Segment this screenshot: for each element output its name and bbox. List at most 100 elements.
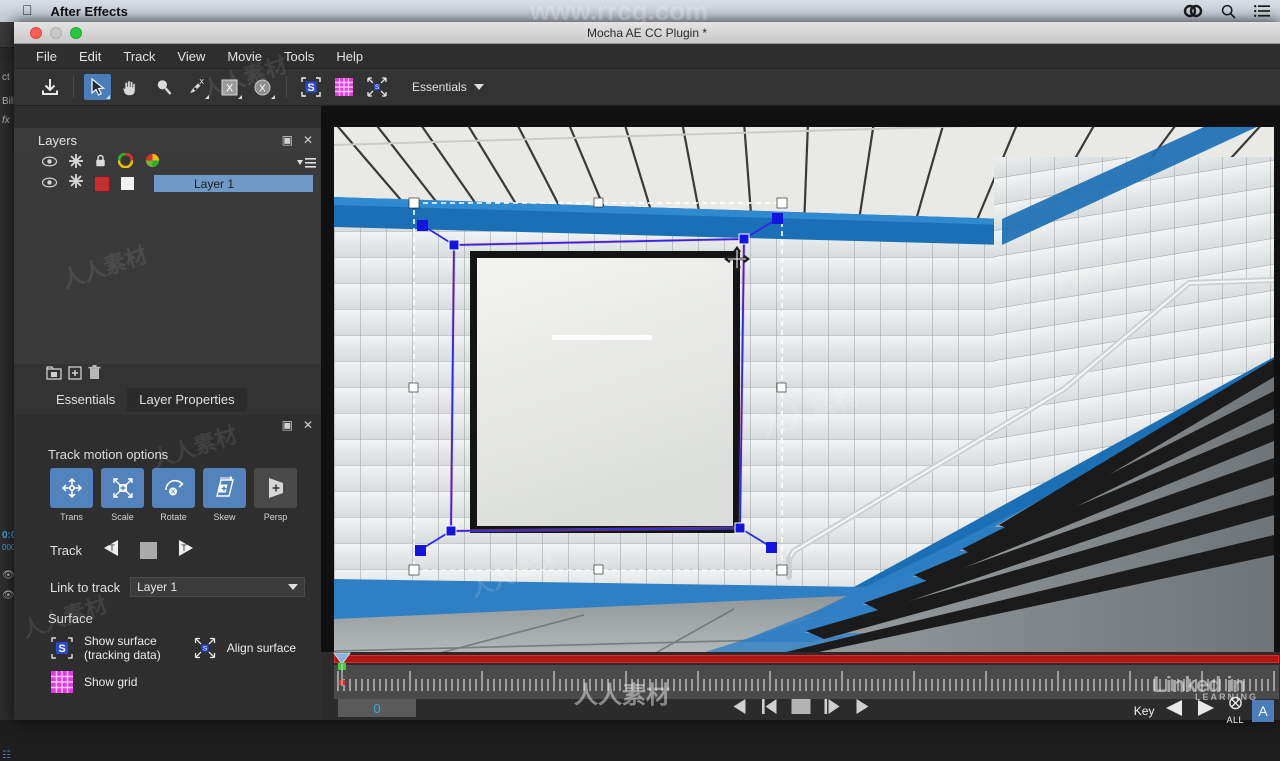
menu-item-tools[interactable]: Tools: [284, 49, 314, 64]
ruler-ticks: [334, 665, 1279, 699]
grid-icon[interactable]: [330, 74, 357, 100]
timeline-ruler[interactable]: [334, 665, 1279, 699]
ae-eye-icon-1[interactable]: 👁: [2, 570, 15, 581]
x-square-icon[interactable]: X: [216, 74, 243, 100]
list-item[interactable]: Layer 1: [154, 175, 313, 192]
all-label: ALL: [1226, 715, 1244, 725]
link-to-track-row: Link to track Layer 1: [14, 563, 321, 597]
menu-item-help[interactable]: Help: [336, 49, 363, 64]
track-label: Track: [50, 543, 82, 558]
show-surface-label[interactable]: Show surface (tracking data): [84, 634, 161, 662]
ae-footer-icon[interactable]: ☷: [2, 750, 11, 761]
table-row[interactable]: Layer 1: [14, 174, 321, 193]
new-folder-icon[interactable]: [46, 366, 62, 385]
eye-icon[interactable]: [42, 154, 57, 172]
current-frame-field[interactable]: 0: [338, 699, 416, 717]
motion-option-scale[interactable]: Scale: [101, 468, 144, 522]
scale-arrows-icon: [101, 468, 144, 508]
surface-s-icon[interactable]: S: [297, 74, 324, 100]
search-icon[interactable]: [1221, 4, 1236, 19]
motion-option-trans[interactable]: Trans: [50, 468, 93, 522]
toolbar-divider-1: [73, 76, 74, 98]
close-icon[interactable]: ✕: [303, 419, 313, 431]
float-panel-icon[interactable]: ▣: [282, 134, 293, 146]
all-keys-control[interactable]: ALL: [1226, 696, 1244, 725]
video-frame[interactable]: 人人素材 人人素材 人人素材: [334, 127, 1274, 665]
key-next-icon[interactable]: [1194, 698, 1218, 723]
window-title-bar: Mocha AE CC Plugin *: [14, 22, 1280, 44]
import-icon[interactable]: [36, 74, 63, 100]
svg-text:✕: ✕: [170, 489, 176, 496]
track-stop-icon[interactable]: [140, 542, 157, 559]
list-menu-icon[interactable]: [1254, 5, 1270, 17]
workspace-selector[interactable]: Essentials: [412, 80, 484, 94]
workspace-label: Essentials: [412, 80, 467, 94]
delete-icon[interactable]: [88, 365, 101, 385]
track-backward-icon[interactable]: T: [100, 538, 122, 563]
left-panel-column: Layers ▣ ✕: [14, 128, 321, 720]
grid-icon[interactable]: [50, 670, 74, 694]
layer-matte-swatch[interactable]: [121, 177, 134, 190]
key-prev-icon[interactable]: [1162, 698, 1186, 723]
x-circle-icon[interactable]: X: [249, 74, 276, 100]
layers-panel-body: Layer 1: [14, 152, 321, 364]
window-zoom-button[interactable]: [70, 27, 82, 39]
motion-option-skew[interactable]: Skew: [203, 468, 246, 522]
creative-cloud-icon[interactable]: [1183, 4, 1203, 18]
menu-item-movie[interactable]: Movie: [227, 49, 262, 64]
window-minimize-button[interactable]: [50, 27, 62, 39]
float-panel-icon[interactable]: ▣: [282, 419, 293, 431]
close-icon[interactable]: ✕: [303, 134, 313, 146]
menu-item-view[interactable]: View: [177, 49, 205, 64]
window-title: Mocha AE CC Plugin *: [14, 26, 1280, 40]
stop-icon[interactable]: [790, 697, 811, 721]
prev-keyframe-icon[interactable]: [760, 697, 779, 721]
layer-color-swatch[interactable]: [95, 177, 109, 191]
window-close-button[interactable]: [30, 27, 42, 39]
fast-forward-icon[interactable]: [852, 697, 871, 721]
align-surface-icon[interactable]: S: [193, 636, 217, 660]
svg-text:S: S: [58, 643, 65, 655]
align-surface-icon[interactable]: S: [363, 74, 390, 100]
show-grid-label[interactable]: Show grid: [84, 675, 137, 689]
color-wheel-icon[interactable]: [118, 153, 133, 173]
play-forward-icon[interactable]: [822, 697, 841, 721]
apple-icon[interactable]: : [22, 3, 33, 17]
gear-icon[interactable]: [69, 174, 83, 193]
timeline-range-bar[interactable]: [334, 655, 1279, 663]
hand-icon[interactable]: [117, 74, 144, 100]
macos-menubar:  After Effects: [0, 0, 1280, 22]
menu-item-edit[interactable]: Edit: [79, 49, 101, 64]
color-wheel-2-icon[interactable]: [145, 153, 160, 173]
surface-s-icon[interactable]: S: [50, 636, 74, 660]
track-forward-icon[interactable]: T: [175, 538, 197, 563]
gear-icon[interactable]: [69, 154, 83, 173]
align-surface-label[interactable]: Align surface: [227, 641, 296, 655]
panel-menu-icon[interactable]: [297, 157, 317, 169]
link-to-track-select[interactable]: Layer 1: [130, 577, 305, 597]
menu-item-file[interactable]: File: [36, 49, 57, 64]
pointer-icon[interactable]: [84, 74, 111, 100]
lock-icon[interactable]: [95, 154, 106, 172]
tab-layer-properties[interactable]: Layer Properties: [127, 388, 246, 412]
svg-text:T: T: [181, 543, 187, 553]
key-label: Key: [1134, 704, 1155, 718]
motion-option-label: Trans: [50, 512, 93, 522]
svg-text:X: X: [199, 79, 204, 86]
motion-option-persp[interactable]: Persp: [254, 468, 297, 522]
pen-x-icon[interactable]: X: [183, 74, 210, 100]
tab-essentials[interactable]: Essentials: [44, 388, 127, 412]
timeline-playhead[interactable]: [333, 652, 351, 691]
new-layer-icon[interactable]: [68, 366, 82, 385]
ae-eye-icon-2[interactable]: 👁: [2, 590, 15, 601]
svg-text:X: X: [259, 83, 266, 94]
a-button[interactable]: A: [1252, 700, 1274, 722]
menu-item-track[interactable]: Track: [123, 49, 155, 64]
zoom-icon[interactable]: [150, 74, 177, 100]
link-to-track-value: Layer 1: [137, 580, 177, 594]
svg-text:S: S: [203, 645, 208, 652]
motion-option-rotate[interactable]: ✕ Rotate: [152, 468, 195, 522]
step-back-icon[interactable]: [730, 697, 749, 721]
eye-icon[interactable]: [42, 175, 57, 193]
viewer-canvas[interactable]: 人人素材 人人素材 人人素材: [321, 106, 1280, 652]
